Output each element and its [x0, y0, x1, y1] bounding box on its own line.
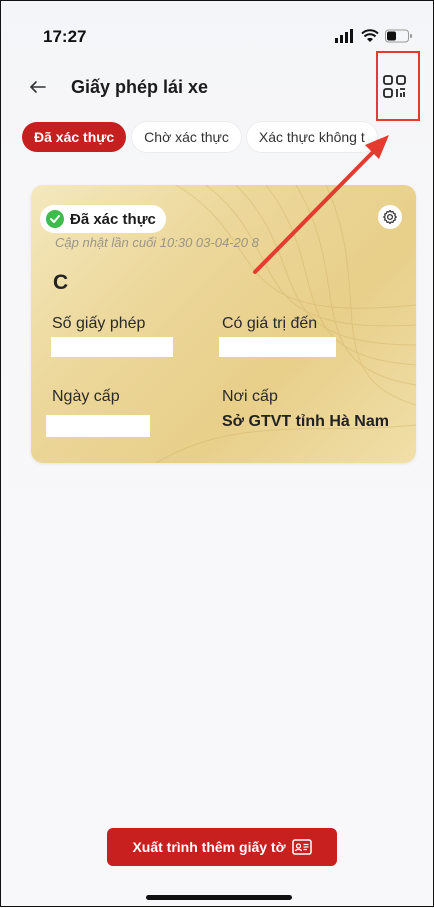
battery-icon — [385, 29, 412, 43]
card-settings-button[interactable] — [378, 205, 402, 229]
settings-gear-icon — [383, 209, 397, 225]
license-card[interactable]: Đã xác thực Cập nhật lần cuối 10:30 03-0… — [31, 185, 416, 463]
page-title: Giấy phép lái xe — [71, 77, 209, 97]
issue-date-label: Ngày cấp — [52, 388, 120, 405]
valid-until-label: Có giá trị đến — [222, 315, 318, 332]
back-arrow-icon — [29, 81, 46, 93]
tab-pending[interactable]: Chờ xác thực — [132, 122, 241, 152]
back-button[interactable] — [27, 76, 49, 98]
wifi-icon — [361, 29, 379, 42]
home-indicator[interactable] — [146, 895, 292, 900]
status-icons — [335, 29, 413, 43]
tab-verified[interactable]: Đã xác thực — [22, 122, 127, 152]
verified-badge: Đã xác thực — [40, 205, 166, 233]
issue-place-value: Sở GTVT tỉnh Hà Nam — [222, 413, 389, 430]
signal-icon — [335, 29, 353, 43]
id-card-icon — [291, 839, 312, 855]
license-number-redacted — [51, 337, 173, 357]
tab-failed[interactable]: Xác thực không t — [246, 122, 377, 152]
annotation-highlight-box — [376, 51, 420, 121]
phone-screen: 17:27 Giấy phép lái xe Đã xác thực Chờ x… — [0, 0, 434, 907]
status-time: 17:27 — [43, 27, 87, 46]
verified-badge-label: Đã xác thực — [70, 210, 156, 228]
app-header: Giấy phép lái xe — [1, 71, 433, 107]
status-bar: 17:27 — [1, 25, 433, 49]
status-tabs: Đã xác thực Chờ xác thực Xác thực không … — [22, 122, 433, 156]
issue-place-label: Nơi cấp — [222, 388, 278, 405]
issue-date-redacted — [46, 415, 150, 437]
license-class: C — [53, 271, 69, 294]
last-updated-text: Cập nhật lần cuối 10:30 03-04-20 8 — [55, 235, 259, 250]
license-number-label: Số giấy phép — [52, 315, 146, 332]
present-documents-label: Xuất trình thêm giấy tờ — [132, 839, 286, 855]
present-documents-button[interactable]: Xuất trình thêm giấy tờ — [107, 828, 337, 866]
valid-until-redacted — [219, 337, 336, 357]
check-icon — [46, 210, 64, 228]
